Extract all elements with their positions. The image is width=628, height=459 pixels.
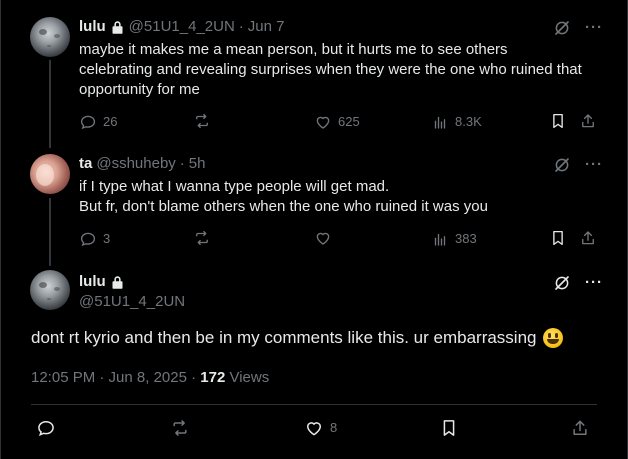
tweet-text-line: But fr, don't blame others when the one … xyxy=(79,198,488,215)
author-name[interactable]: ta xyxy=(79,154,92,174)
share-icon xyxy=(573,420,587,435)
reply-button[interactable] xyxy=(36,418,56,438)
tweet-time[interactable]: 5h xyxy=(189,154,206,174)
like-count: 625 xyxy=(338,114,360,129)
share-button[interactable] xyxy=(579,112,597,130)
divider xyxy=(31,404,597,405)
more-icon[interactable]: ··· xyxy=(585,19,603,37)
tweet-actions: 26 625 8.3K xyxy=(79,112,599,132)
author-handle[interactable]: @51U1_4_2UN xyxy=(129,17,235,37)
tweet-time[interactable]: Jun 7 xyxy=(248,17,285,37)
views-label: Views xyxy=(225,369,270,386)
retweet-icon xyxy=(196,230,208,246)
bookmark-button[interactable] xyxy=(549,229,567,247)
views-count: 172 xyxy=(200,369,226,386)
tweet-text: maybe it makes me a mean person, but it … xyxy=(79,40,582,100)
thread-line xyxy=(49,60,51,148)
reply-count: 3 xyxy=(103,231,111,246)
reply-button[interactable]: 3 xyxy=(79,229,110,249)
views-button[interactable]: 8.3K xyxy=(431,112,482,132)
share-button[interactable] xyxy=(579,229,597,247)
reply-icon xyxy=(80,115,96,130)
author-handle[interactable]: @sshuheby xyxy=(96,154,175,174)
like-button[interactable]: 625 xyxy=(314,112,360,132)
thread-line xyxy=(49,198,51,266)
tweet-text-line: maybe it makes me a mean person, but it … xyxy=(79,41,508,58)
views-count: 383 xyxy=(455,231,477,246)
reply-count: 26 xyxy=(103,114,118,129)
views-icon xyxy=(434,116,446,129)
bookmark-button[interactable] xyxy=(549,112,567,130)
lock-icon xyxy=(110,20,125,35)
reply-button[interactable]: 26 xyxy=(79,112,117,132)
like-count: 8 xyxy=(330,420,338,435)
tweet-text-line: celebrating and revealing surprises when… xyxy=(79,61,582,78)
retweet-icon xyxy=(173,420,187,436)
reply-icon xyxy=(38,420,54,436)
share-button[interactable] xyxy=(570,418,590,438)
conversation-panel: lulu @51U1_4_2UN · Jun 7 ··· maybe it ma… xyxy=(0,0,628,459)
grok-icon[interactable] xyxy=(553,19,571,37)
avatar[interactable] xyxy=(30,154,70,194)
like-button[interactable]: 8 xyxy=(304,418,337,438)
tweet-timestamp[interactable]: 12:05 PM · Jun 8, 2025 · xyxy=(31,369,200,386)
tweet-actions: 3 383 xyxy=(79,229,599,249)
grok-icon[interactable] xyxy=(553,274,571,292)
grinning-face-emoji-icon xyxy=(542,328,563,348)
heart-icon xyxy=(316,232,330,245)
heart-icon xyxy=(316,116,330,129)
tweet-metadata: 12:05 PM · Jun 8, 2025 · 172 Views xyxy=(31,368,269,388)
retweet-button[interactable] xyxy=(193,112,211,130)
tweet-text: if I type what I wanna type people will … xyxy=(79,177,488,217)
separator: · xyxy=(179,155,185,172)
avatar[interactable] xyxy=(30,17,70,57)
author-name[interactable]: lulu xyxy=(79,17,106,37)
more-icon[interactable]: ··· xyxy=(585,156,603,174)
main-tweet-text: dont rt kyrio and then be in my comments… xyxy=(31,326,563,350)
views-count: 8.3K xyxy=(455,114,482,129)
tweet-text-line: opportunity for me xyxy=(79,81,200,98)
author-name[interactable]: lulu xyxy=(79,272,106,292)
retweet-button[interactable] xyxy=(193,229,211,247)
tweet-text-line: if I type what I wanna type people will … xyxy=(79,178,390,195)
bookmark-icon xyxy=(443,420,455,436)
share-icon xyxy=(582,114,594,128)
lock-icon xyxy=(110,275,125,290)
grok-icon[interactable] xyxy=(553,156,571,174)
share-icon xyxy=(582,231,594,245)
bookmark-button[interactable] xyxy=(439,418,459,438)
views-button[interactable]: 383 xyxy=(431,229,477,249)
reply-icon xyxy=(80,232,96,247)
heart-icon xyxy=(307,422,321,436)
main-tweet-text-content: dont rt kyrio and then be in my comments… xyxy=(31,328,537,347)
bookmark-icon xyxy=(553,113,563,129)
author-handle[interactable]: @51U1_4_2UN xyxy=(79,292,185,312)
more-icon[interactable]: ··· xyxy=(585,274,603,292)
separator: · xyxy=(238,18,244,35)
retweet-icon xyxy=(196,113,208,129)
views-icon xyxy=(434,233,446,246)
avatar[interactable] xyxy=(30,270,70,310)
retweet-button[interactable] xyxy=(170,418,190,438)
main-tweet-actions: 8 xyxy=(31,418,597,440)
bookmark-icon xyxy=(553,230,563,246)
like-button[interactable] xyxy=(314,229,332,247)
